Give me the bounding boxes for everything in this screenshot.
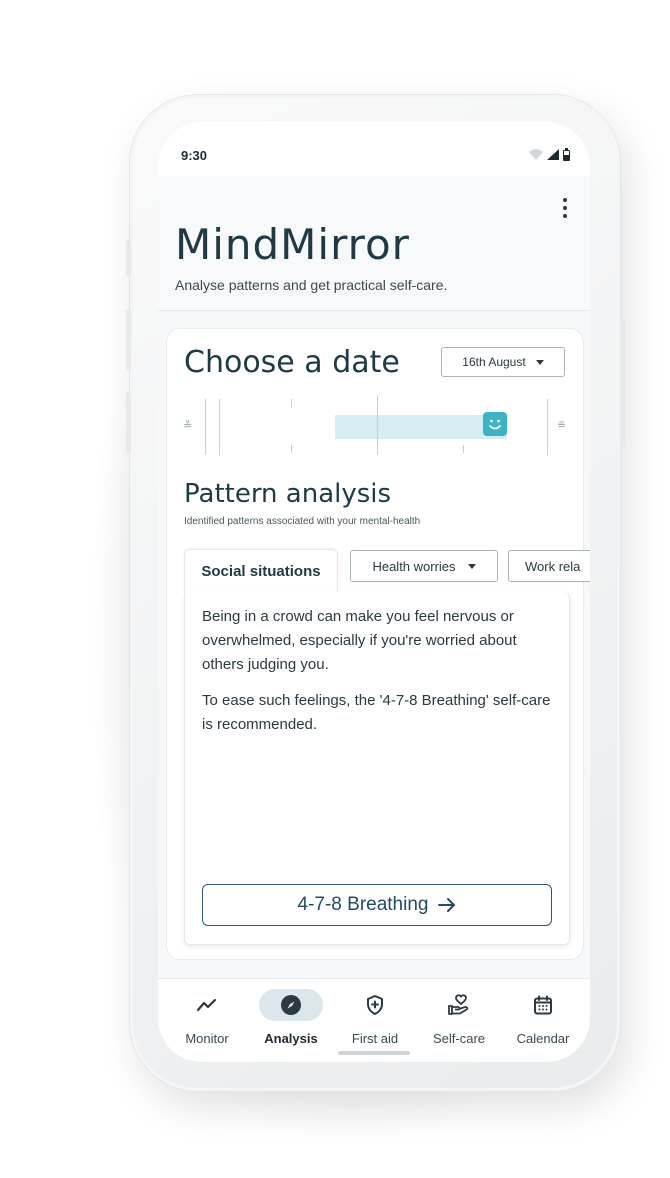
mood-range-bar: [335, 415, 507, 439]
pattern-content: Being in a crowd can make you feel nervo…: [184, 592, 570, 945]
nav-calendar-label: Calendar: [516, 1031, 570, 1046]
pattern-recommendation: To ease such feelings, the '4-7-8 Breath…: [202, 692, 551, 733]
timeline-tick: [291, 399, 292, 407]
nav-first-aid-label: First aid: [351, 1031, 399, 1046]
happy-face-icon[interactable]: [483, 412, 507, 436]
pattern-analysis-subtitle: Identified patterns associated with your…: [184, 516, 421, 527]
battery-icon: [563, 148, 570, 161]
calendar-icon: [511, 989, 575, 1021]
phone-power-button: [620, 318, 625, 446]
timeline-tick: [547, 399, 548, 455]
status-icons: [529, 148, 570, 161]
tab-social-situations[interactable]: Social situations: [184, 549, 338, 593]
mood-timeline[interactable]: ≚ ≝: [167, 395, 583, 455]
tab-work-related[interactable]: Work rela: [508, 550, 590, 582]
signal-icon: [547, 149, 559, 160]
nav-first-aid[interactable]: First aid: [332, 989, 418, 1055]
breathing-exercise-label: 4-7-8 Breathing: [297, 894, 429, 915]
chevron-down-icon: [467, 563, 476, 569]
timeline-tick: [205, 399, 206, 455]
nav-analysis[interactable]: Analysis: [248, 989, 334, 1055]
nav-monitor-label: Monitor: [185, 1031, 229, 1046]
phone-screen: 9:30 MindMirror Analyse patterns and get…: [158, 122, 590, 1062]
analysis-card: Choose a date 16th August ≚ ≝ Pattern an…: [166, 328, 590, 960]
compass-icon: [259, 989, 323, 1021]
bottom-navigation: Monitor Analysis First aid Self-care Cal…: [158, 978, 590, 1062]
nav-monitor[interactable]: Monitor: [164, 989, 250, 1055]
nav-self-care-label: Self-care: [432, 1031, 486, 1046]
trend-icon: [175, 989, 239, 1021]
timeline-tick: [219, 399, 220, 455]
nav-self-care[interactable]: Self-care: [416, 989, 502, 1055]
sad-face-icon: ≚: [183, 420, 193, 432]
app-subtitle: Analyse patterns and get practical self-…: [175, 277, 448, 293]
arrow-right-icon: [438, 898, 456, 912]
app-title: MindMirror: [175, 220, 410, 269]
nav-calendar[interactable]: Calendar: [500, 989, 586, 1055]
date-select-value: 16th August: [462, 355, 526, 369]
home-indicator: [338, 1051, 410, 1055]
timeline-tick: [377, 395, 378, 455]
chevron-down-icon: [535, 359, 544, 365]
more-options-icon[interactable]: [562, 198, 568, 218]
status-bar: 9:30: [158, 122, 590, 176]
pattern-tabs: Social situations Health worries Work re…: [184, 549, 590, 593]
breathing-exercise-button[interactable]: 4-7-8 Breathing: [202, 884, 552, 926]
tab-health-worries[interactable]: Health worries: [350, 550, 498, 582]
smile-face-icon: ≝: [557, 420, 567, 432]
date-section-title: Choose a date: [184, 345, 400, 380]
app-bar: MindMirror Analyse patterns and get prac…: [158, 176, 590, 311]
date-select[interactable]: 16th August: [441, 347, 565, 377]
status-time: 9:30: [181, 148, 208, 163]
phone-side-button: [126, 310, 131, 370]
pattern-analysis-title: Pattern analysis: [184, 479, 392, 509]
timeline-tick: [463, 445, 464, 453]
shield-plus-icon: [343, 989, 407, 1021]
timeline-tick: [291, 445, 292, 453]
tab-health-worries-label: Health worries: [372, 558, 456, 574]
heart-hand-icon: [427, 989, 491, 1021]
wifi-icon: [529, 149, 543, 160]
phone-side-button: [126, 392, 131, 452]
phone-side-button: [126, 240, 131, 276]
pattern-description: Being in a crowd can make you feel nervo…: [202, 608, 517, 673]
nav-analysis-label: Analysis: [264, 1031, 318, 1046]
